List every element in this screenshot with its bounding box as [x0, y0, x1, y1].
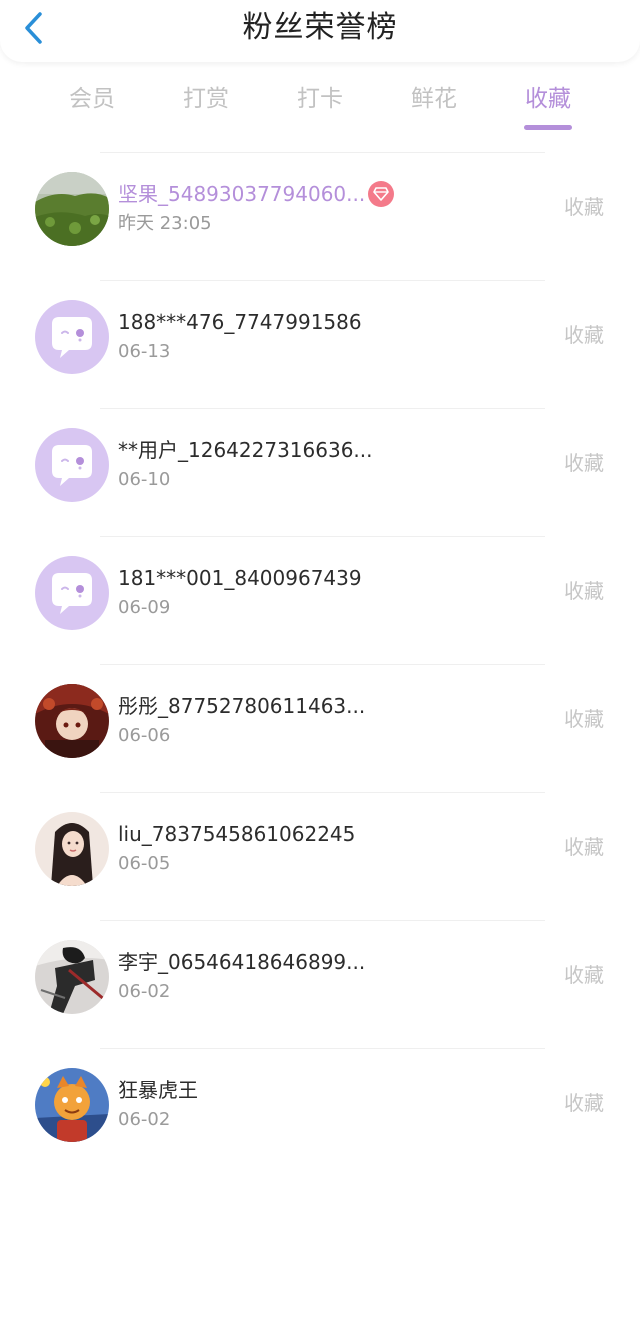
tab-label: 打赏 — [183, 86, 229, 112]
list-item[interactable]: liu_7837545861062245 06-05 收藏 — [0, 793, 640, 920]
tab-reward[interactable]: 打赏 — [149, 78, 263, 132]
fan-name: **用户_1264227316636... — [118, 438, 373, 462]
fan-name: 188***476_7747991586 — [118, 310, 362, 334]
fan-date: 06-05 — [118, 853, 171, 874]
avatar[interactable] — [35, 940, 109, 1014]
fan-date: 06-13 — [118, 341, 171, 362]
tab-favorites[interactable]: 收藏 — [491, 78, 605, 132]
fan-name: 181***001_8400967439 — [118, 566, 362, 590]
top-bar: 粉丝荣誉榜 — [0, 0, 640, 62]
fan-date: 06-09 — [118, 597, 171, 618]
tab-label: 鲜花 — [411, 86, 457, 112]
list-item[interactable]: **用户_1264227316636... 06-10 收藏 — [0, 409, 640, 536]
avatar[interactable] — [35, 1068, 109, 1142]
favorite-label: 收藏 — [564, 451, 604, 475]
fan-date: 06-06 — [118, 725, 171, 746]
fan-date: 06-02 — [118, 1109, 171, 1130]
fan-name: 李宇_06546418646899... — [118, 950, 366, 974]
avatar[interactable] — [35, 172, 109, 246]
fan-list: 坚果_54893037794060... 昨天 23:05 收藏 188***4… — [0, 152, 640, 1176]
list-item[interactable]: 狂暴虎王 06-02 收藏 — [0, 1049, 640, 1176]
fan-name: 狂暴虎王 — [118, 1078, 198, 1102]
active-tab-indicator — [524, 125, 572, 130]
tab-member[interactable]: 会员 — [35, 78, 149, 132]
list-item[interactable]: 坚果_54893037794060... 昨天 23:05 收藏 — [0, 153, 640, 280]
avatar[interactable] — [35, 556, 109, 630]
diamond-badge-icon — [368, 181, 394, 207]
tab-checkin[interactable]: 打卡 — [263, 78, 377, 132]
page-title: 粉丝荣誉榜 — [242, 10, 398, 45]
avatar[interactable] — [35, 684, 109, 758]
avatar[interactable] — [35, 300, 109, 374]
favorite-label: 收藏 — [564, 195, 604, 219]
favorite-label: 收藏 — [564, 323, 604, 347]
favorite-label: 收藏 — [564, 579, 604, 603]
list-item[interactable]: 181***001_8400967439 06-09 收藏 — [0, 537, 640, 664]
fan-date: 06-02 — [118, 981, 171, 1002]
tab-label: 打卡 — [297, 86, 343, 112]
avatar[interactable] — [35, 428, 109, 502]
favorite-label: 收藏 — [564, 835, 604, 859]
fan-name: 彤彤_87752780611463... — [118, 694, 366, 718]
list-item[interactable]: 彤彤_87752780611463... 06-06 收藏 — [0, 665, 640, 792]
tab-label: 收藏 — [525, 86, 571, 112]
avatar[interactable] — [35, 812, 109, 886]
list-item[interactable]: 188***476_7747991586 06-13 收藏 — [0, 281, 640, 408]
fan-name: liu_7837545861062245 — [118, 822, 356, 846]
favorite-label: 收藏 — [564, 707, 604, 731]
tab-label: 会员 — [69, 86, 115, 112]
tab-bar: 会员 打赏 打卡 鲜花 收藏 — [0, 78, 640, 132]
fan-date: 06-10 — [118, 469, 171, 490]
fan-name: 坚果_54893037794060... — [118, 182, 366, 206]
fan-date: 昨天 23:05 — [118, 213, 212, 234]
favorite-label: 收藏 — [564, 1091, 604, 1115]
tab-flowers[interactable]: 鲜花 — [377, 78, 491, 132]
list-item[interactable]: 李宇_06546418646899... 06-02 收藏 — [0, 921, 640, 1048]
favorite-label: 收藏 — [564, 963, 604, 987]
